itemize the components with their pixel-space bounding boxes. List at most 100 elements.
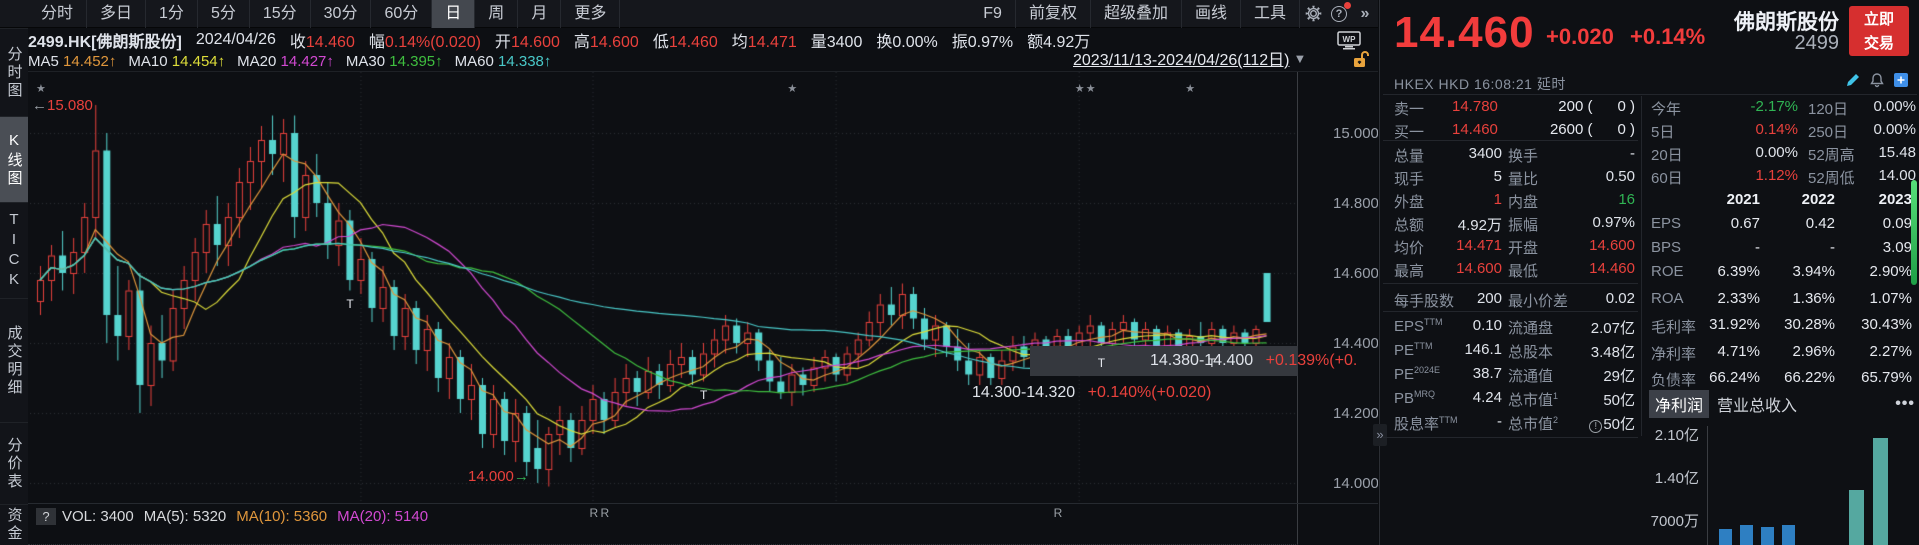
panel-cell: 14.780	[1452, 98, 1498, 115]
ma-value-MA10: MA10 14.454↑	[128, 53, 225, 70]
divider	[1383, 311, 1638, 312]
panel-cell: 146.1	[1464, 341, 1502, 358]
panel-cell: 开盘	[1508, 237, 1538, 258]
star-event-icon: ★	[1086, 82, 1096, 95]
panel-cell: 5日	[1651, 121, 1674, 142]
panel-cell: EPSTTM	[1394, 317, 1443, 335]
plus-square-icon[interactable]	[1893, 72, 1909, 88]
mini-chart-tick: 1.40亿	[1639, 467, 1699, 488]
panel-cell: 0.97%	[1592, 214, 1635, 231]
period-tab-15分[interactable]: 15分	[250, 0, 311, 28]
tool-工具[interactable]: 工具	[1241, 0, 1300, 28]
period-tab-分时[interactable]: 分时	[28, 0, 87, 28]
sidebar-item-成交明细[interactable]: 成交明细	[0, 298, 28, 422]
panel-cell: 换手	[1508, 145, 1538, 166]
sidebar-item-TICK[interactable]: TICK	[0, 202, 28, 298]
period-tab-月[interactable]: 月	[518, 0, 561, 28]
gear-icon[interactable]	[1300, 0, 1326, 28]
t-event-icon: T	[700, 388, 707, 402]
info-segment: 开14.600	[495, 28, 560, 52]
date-range-selector[interactable]: 2023/11/13-2024/04/26(112日) ▼	[1073, 46, 1306, 70]
period-tab-多日[interactable]: 多日	[87, 0, 146, 28]
panel-cell: 4.71%	[1717, 343, 1760, 360]
pencil-icon[interactable]	[1845, 72, 1861, 88]
panel-cell: 量比	[1508, 168, 1538, 189]
tool-画线[interactable]: 画线	[1182, 0, 1241, 28]
panel-cell: 负债率	[1651, 369, 1696, 390]
mini-chart-tick: 2.10亿	[1639, 424, 1699, 445]
mini-chart-bar	[1782, 525, 1795, 545]
price-change-percent: +0.14%	[1630, 24, 1705, 50]
sidebar-item-分价表[interactable]: 分价表	[0, 422, 28, 504]
double-chevron-icon[interactable]: »	[1352, 0, 1378, 28]
panel-cell: 15.48	[1878, 144, 1916, 161]
sidebar-item-资金[interactable]: 资金	[0, 504, 28, 545]
panel-cell: 卖一	[1394, 98, 1424, 119]
high-price-annotation: ←15.080	[32, 97, 93, 114]
panel-cell: 14.471	[1456, 237, 1502, 254]
panel-cell: -	[1755, 239, 1760, 256]
help-icon[interactable]: ?	[1326, 0, 1352, 28]
price-tick: 14.400	[1333, 335, 1378, 352]
tool-F9[interactable]: F9	[970, 0, 1016, 28]
panel-cell: -	[1630, 145, 1635, 162]
trade-now-button[interactable]: 立即 交易	[1849, 6, 1909, 56]
sidebar-item-分时图[interactable]: 分时图	[0, 28, 28, 116]
kline-chart-area[interactable]: 15.00014.80014.60014.40014.20014.000 ←15…	[28, 72, 1378, 545]
panel-cell: 4.92万	[1458, 214, 1502, 235]
period-toolbar: 分时多日1分5分15分30分60分日周月更多 F9前复权超级叠加画线工具 ? »	[0, 0, 1378, 28]
volume-header-segment: VOL: 3400	[62, 508, 134, 525]
period-tab-30分[interactable]: 30分	[311, 0, 372, 28]
panel-cell: -2.17%	[1750, 98, 1798, 115]
tab-net-profit[interactable]: 净利润	[1649, 390, 1709, 418]
panel-cell: 2023	[1879, 191, 1912, 208]
panel-cell: 流通值	[1508, 365, 1553, 386]
tool-前复权[interactable]: 前复权	[1016, 0, 1091, 28]
panel-cell: -	[1497, 413, 1502, 430]
panel-cell: 2.90%	[1869, 263, 1912, 280]
sidebar-item-K线图[interactable]: K线图	[0, 116, 28, 202]
panel-cell: 外盘	[1394, 191, 1424, 212]
panel-cell: ROE	[1651, 263, 1684, 280]
volume-pane: ? VOL: 3400MA(5): 5320MA(10): 5360MA(20)…	[28, 503, 1378, 545]
scrollbar-thumb[interactable]	[1911, 180, 1917, 285]
tool-超级叠加[interactable]: 超级叠加	[1091, 0, 1182, 28]
quote-panel: » 14.460 +0.020 +0.14% 佛朗斯股份 2499 立即 交易 …	[1379, 0, 1919, 545]
panel-cell: -	[1830, 239, 1835, 256]
info-segment: 收14.460	[290, 28, 355, 52]
panel-cell: 66.22%	[1784, 369, 1835, 386]
panel-collapse-handle[interactable]: »	[1373, 424, 1387, 446]
volume-header-line: VOL: 3400MA(5): 5320MA(10): 5360MA(20): …	[62, 508, 438, 525]
candlestick-canvas[interactable]	[30, 72, 1298, 503]
lock-icon[interactable]	[1351, 50, 1369, 68]
panel-cell: PE2024E	[1394, 365, 1440, 383]
panel-cell: PBMRQ	[1394, 389, 1435, 407]
mini-chart-tick: 7000万	[1639, 510, 1699, 531]
bell-icon[interactable]	[1869, 72, 1885, 88]
info-segment: 均14.471	[732, 28, 797, 52]
toolbar-right: F9前复权超级叠加画线工具 ? »	[970, 0, 1378, 28]
period-tab-5分[interactable]: 5分	[198, 0, 250, 28]
ma-value-MA30: MA30 14.395↑	[346, 53, 443, 70]
price-tick: 14.600	[1333, 265, 1378, 282]
price-change: +0.020	[1546, 24, 1614, 50]
panel-cell: 6.39%	[1717, 263, 1760, 280]
info-segment: 换0.00%	[876, 28, 937, 52]
chart-mode-sidebar: 分时图K线图TICK成交明细分价表资金	[0, 28, 28, 545]
panel-cell: PETTM	[1394, 341, 1433, 359]
panel-cell: 0.67	[1731, 215, 1760, 232]
panel-cell: !50亿	[1589, 413, 1635, 434]
period-tab-周[interactable]: 周	[475, 0, 518, 28]
wp-monitor-icon[interactable]: WP	[1337, 31, 1361, 50]
period-tab-60分[interactable]: 60分	[371, 0, 432, 28]
t-event-icon: T	[346, 297, 353, 311]
volume-header-segment: MA(5): 5320	[144, 508, 227, 525]
period-tab-1分[interactable]: 1分	[146, 0, 198, 28]
period-tab-更多[interactable]: 更多	[561, 0, 620, 28]
more-dots-icon[interactable]: •••	[1895, 395, 1915, 413]
help-question-icon[interactable]: ?	[36, 508, 56, 525]
tab-total-revenue[interactable]: 营业总收入	[1709, 390, 1805, 418]
panel-cell: ROA	[1651, 290, 1684, 307]
period-tab-日[interactable]: 日	[432, 0, 475, 28]
financial-bar-chart: 2.10亿1.40亿7000万	[1649, 418, 1915, 545]
